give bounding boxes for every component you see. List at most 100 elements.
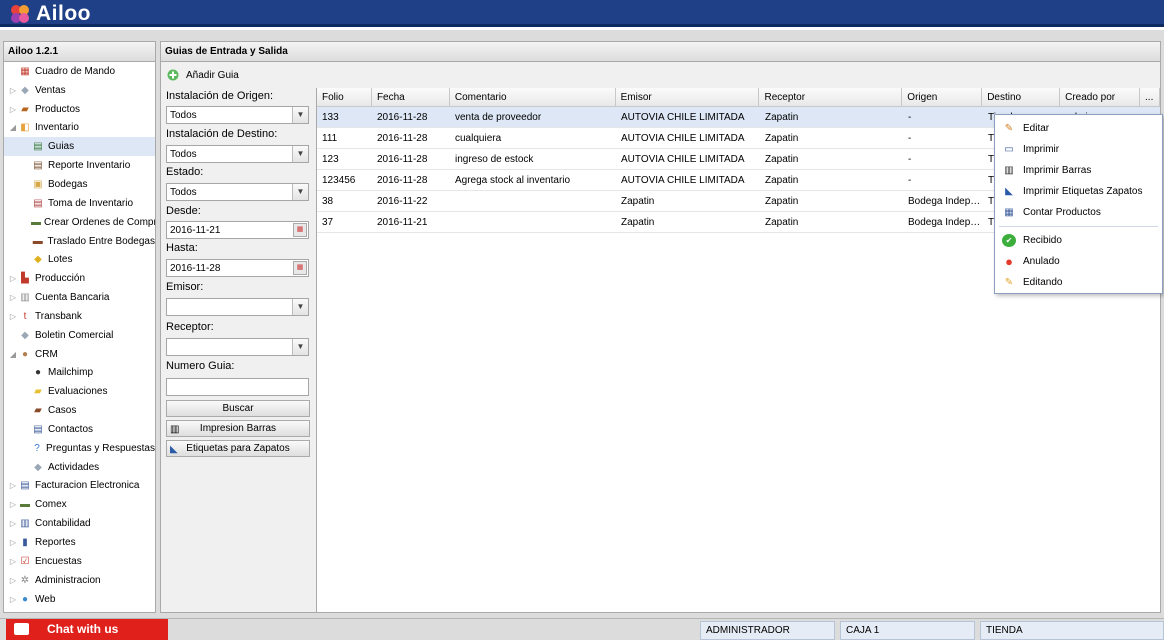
chevron-down-icon[interactable]: ▼ — [292, 339, 308, 355]
sidebar-item-reporte-inventario[interactable]: ▤ Reporte Inventario — [4, 156, 155, 175]
collapsed-arrow-icon[interactable]: ▷ — [8, 105, 18, 114]
sidebar-item-label: Encuestas — [35, 555, 82, 567]
column-header[interactable]: Creado por — [1060, 88, 1141, 106]
add-guia-button[interactable]: Añadir Guia — [167, 69, 239, 81]
menu-item-imprimir-barras[interactable]: ▥ Imprimir Barras — [995, 160, 1162, 181]
sidebar-item-inventario[interactable]: ◢ ◧ Inventario — [4, 119, 155, 138]
column-header[interactable]: Receptor — [759, 88, 903, 106]
menu-item-imprimir[interactable]: ▭ Imprimir — [995, 139, 1162, 160]
table-cell — [450, 191, 616, 211]
sidebar-item-producci-n[interactable]: ▷ ▙ Producción — [4, 269, 155, 288]
collapsed-arrow-icon[interactable]: ▷ — [8, 312, 18, 321]
sidebar-item-ventas[interactable]: ▷ ◆ Ventas — [4, 81, 155, 100]
sidebar-item-crm[interactable]: ◢ ● CRM — [4, 345, 155, 364]
numero-guia-label: Numero Guia: — [166, 360, 235, 372]
briefcase-icon: ▰ — [34, 405, 42, 417]
app-name: Ailoo — [36, 2, 91, 25]
estado-select[interactable]: Todos ▼ — [166, 183, 309, 201]
sidebar-item-bodegas[interactable]: ▣ Bodegas — [4, 175, 155, 194]
sidebar-item-cuadro-de-mando[interactable]: ▦ Cuadro de Mando — [4, 62, 155, 81]
sidebar-item-contabilidad[interactable]: ▷ ▥ Contabilidad — [4, 514, 155, 533]
collapsed-arrow-icon[interactable]: ▷ — [8, 557, 18, 566]
desde-date-field[interactable]: 2016-11-21 ▦ — [166, 221, 309, 239]
chevron-down-icon[interactable]: ▼ — [292, 299, 308, 315]
collapsed-arrow-icon[interactable]: ▷ — [8, 481, 18, 490]
sidebar-item-traslado-entre-bodegas[interactable]: ▬ Traslado Entre Bodegas — [4, 232, 155, 251]
table-cell: AUTOVIA CHILE LIMITADA — [621, 112, 745, 123]
sidebar-item-guias[interactable]: ▤ Guias — [4, 137, 155, 157]
menu-item-editar[interactable]: ✎ Editar — [995, 118, 1162, 139]
tag-icon: ◆ — [21, 84, 29, 96]
origen-select[interactable]: Todos ▼ — [166, 106, 309, 124]
sidebar-item-evaluaciones[interactable]: ▰ Evaluaciones — [4, 382, 155, 401]
sidebar-item-crear-ordenes-de-compra[interactable]: ▬ Crear Ordenes de Compra — [4, 213, 155, 232]
buscar-button[interactable]: Buscar — [166, 400, 310, 417]
sidebar-item-label: Toma de Inventario — [48, 197, 134, 209]
sidebar-item-cuenta-bancaria[interactable]: ▷ ▥ Cuenta Bancaria — [4, 288, 155, 307]
destino-select[interactable]: Todos ▼ — [166, 145, 309, 163]
sidebar-item-web[interactable]: ▷ ● Web — [4, 590, 155, 609]
etiquetas-zapatos-button[interactable]: ◣ Etiquetas para Zapatos — [166, 440, 310, 457]
app-logo[interactable]: Ailoo — [8, 2, 91, 26]
sidebar-item-boletin-comercial[interactable]: ◆ Boletin Comercial — [4, 326, 155, 345]
chat-button[interactable]: Chat with us — [6, 619, 168, 640]
sidebar-item-preguntas-y-respuestas[interactable]: ? Preguntas y Respuestas — [4, 439, 155, 458]
impresion-barras-button[interactable]: ▥ Impresion Barras — [166, 420, 310, 437]
expanded-arrow-icon[interactable]: ◢ — [8, 350, 18, 359]
collapsed-arrow-icon[interactable]: ▷ — [8, 595, 18, 604]
sidebar-item-facturacion-electronica[interactable]: ▷ ▤ Facturacion Electronica — [4, 477, 155, 496]
column-header[interactable]: ... — [1140, 88, 1160, 106]
collapsed-arrow-icon[interactable]: ▷ — [8, 519, 18, 528]
column-header[interactable]: Comentario — [450, 88, 616, 106]
collapsed-arrow-icon[interactable]: ▷ — [8, 500, 18, 509]
row-context-menu: ✎ Editar ▭ Imprimir ▥ Imprimir Barras ◣ Imprimi… — [994, 114, 1163, 294]
sidebar-item-label: Reporte Inventario — [48, 160, 131, 172]
clipboard-icon: ▤ — [33, 197, 43, 209]
calendar-icon[interactable]: ▦ — [293, 261, 307, 275]
column-header[interactable]: Origen — [902, 88, 983, 106]
sidebar-item-transbank[interactable]: ▷ t Transbank — [4, 307, 155, 326]
emisor-select[interactable]: ▼ — [166, 298, 309, 316]
table-cell: AUTOVIA CHILE LIMITADA — [621, 175, 745, 186]
menu-item-anulado[interactable]: ● Anulado — [995, 251, 1162, 272]
sidebar-item-lotes[interactable]: ◆ Lotes — [4, 250, 155, 269]
chevron-down-icon[interactable]: ▼ — [292, 146, 308, 162]
menu-item-recibido[interactable]: ✔ Recibido — [995, 230, 1162, 251]
expanded-arrow-icon[interactable]: ◢ — [8, 123, 18, 132]
column-header[interactable]: Emisor — [616, 88, 760, 106]
receptor-select[interactable]: ▼ — [166, 338, 309, 356]
sidebar-item-actividades[interactable]: ◆ Actividades — [4, 458, 155, 477]
sidebar-item-mailchimp[interactable]: ● Mailchimp — [4, 364, 155, 383]
sidebar-item-productos[interactable]: ▷ ▰ Productos — [4, 100, 155, 119]
menu-item-editando[interactable]: ✎ Editando — [995, 272, 1162, 293]
collapsed-arrow-icon[interactable]: ▷ — [8, 576, 18, 585]
menu-item-contar-productos[interactable]: ▦ Contar Productos — [995, 202, 1162, 223]
sidebar-item-casos[interactable]: ▰ Casos — [4, 401, 155, 420]
globe-icon: ● — [21, 593, 29, 605]
sidebar-item-reportes[interactable]: ▷ ▮ Reportes — [4, 533, 155, 552]
hasta-date-field[interactable]: 2016-11-28 ▦ — [166, 259, 309, 277]
sidebar-item-toma-de-inventario[interactable]: ▤ Toma de Inventario — [4, 194, 155, 213]
calendar-icon[interactable]: ▦ — [293, 223, 307, 237]
collapsed-arrow-icon[interactable]: ▷ — [8, 274, 18, 283]
column-header[interactable]: Destino — [982, 88, 1061, 106]
numero-guia-input[interactable] — [166, 378, 309, 396]
sidebar-item-administracion[interactable]: ▷ ✲ Administracion — [4, 571, 155, 590]
collapsed-arrow-icon[interactable]: ▷ — [8, 86, 18, 95]
sidebar-item-comex[interactable]: ▷ ▬ Comex — [4, 495, 155, 514]
column-header[interactable]: Folio — [317, 88, 372, 106]
collapsed-arrow-icon[interactable]: ▷ — [8, 293, 18, 302]
table-cell: 2016-11-28 — [377, 154, 428, 165]
sidebar-item-label: Evaluaciones — [48, 386, 108, 398]
collapsed-arrow-icon[interactable]: ▷ — [8, 538, 18, 547]
sidebar-item-encuestas[interactable]: ▷ ☑ Encuestas — [4, 552, 155, 571]
column-header[interactable]: Fecha — [372, 88, 450, 106]
sidebar-item-contactos[interactable]: ▤ Contactos — [4, 420, 155, 439]
menu-item-imprimir-etiquetas-zapatos[interactable]: ◣ Imprimir Etiquetas Zapatos — [995, 181, 1162, 202]
chevron-down-icon[interactable]: ▼ — [292, 184, 308, 200]
table-cell: 2016-11-21 — [377, 217, 428, 228]
table-cell: - — [908, 133, 912, 144]
desde-label: Desde: — [166, 205, 201, 217]
chevron-down-icon[interactable]: ▼ — [292, 107, 308, 123]
table-cell: ingreso de estock — [455, 154, 534, 165]
